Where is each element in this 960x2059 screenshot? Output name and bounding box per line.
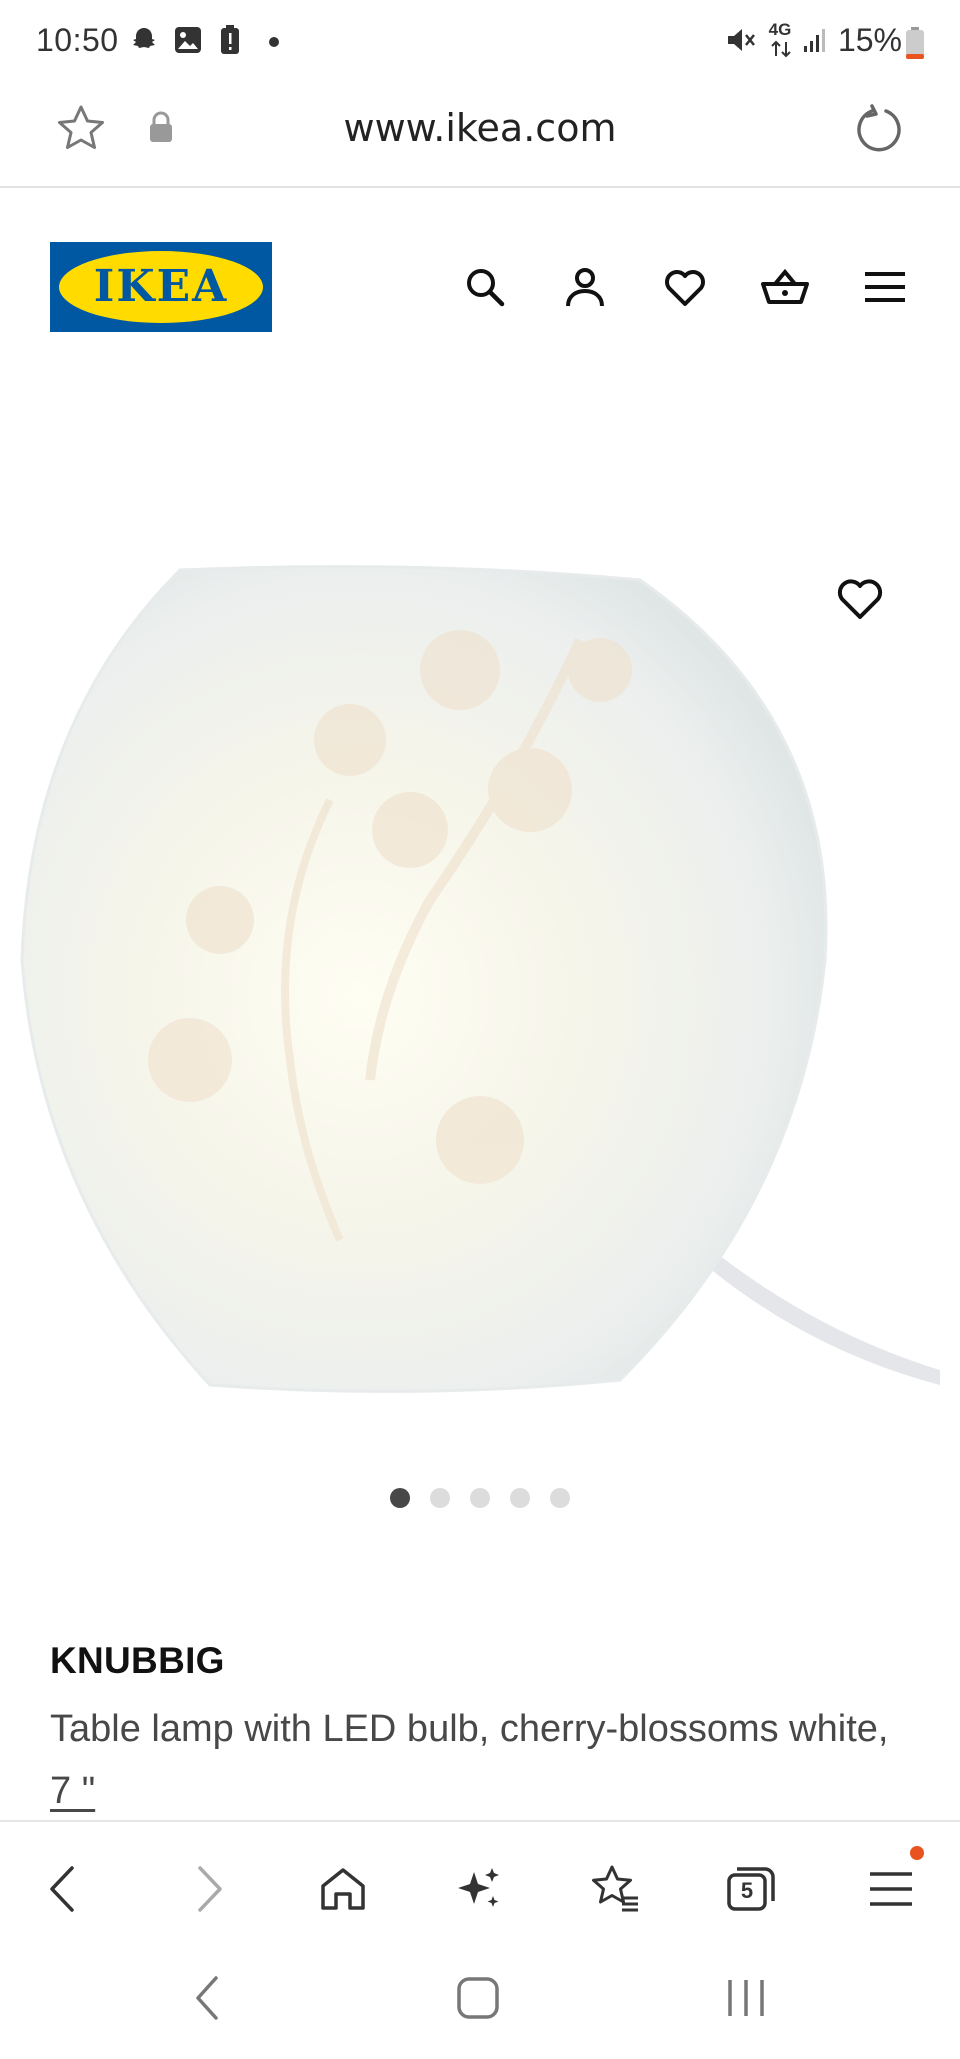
system-recents-icon[interactable] [720, 1972, 772, 2024]
search-icon[interactable] [460, 262, 510, 312]
dot-icon [269, 37, 279, 47]
back-icon[interactable] [38, 1862, 92, 1916]
tab-count: 5 [740, 1878, 754, 1903]
forward-icon[interactable] [180, 1862, 234, 1916]
reload-icon[interactable] [852, 102, 906, 156]
url-address[interactable]: www.ikea.com [0, 106, 960, 150]
basket-icon[interactable] [760, 262, 810, 312]
carousel-dot-3[interactable] [470, 1488, 490, 1508]
network-label: 4G [768, 20, 792, 39]
system-back-icon[interactable] [184, 1972, 236, 2024]
battery-alert-icon [221, 25, 239, 54]
ikea-logo[interactable]: IKEA [50, 242, 272, 332]
product-image[interactable] [0, 540, 960, 1420]
home-icon[interactable] [316, 1862, 370, 1916]
carousel-dot-4[interactable] [510, 1488, 530, 1508]
product-description: Table lamp with LED bulb, cherry-blossom… [50, 1698, 910, 1822]
status-time: 10:50 [36, 22, 119, 58]
product-name: KNUBBIG [50, 1640, 225, 1681]
add-to-favourites-button[interactable] [832, 570, 888, 626]
snapchat-icon [133, 28, 155, 48]
system-home-icon[interactable] [452, 1972, 504, 2024]
status-bar: 10:50 4G 15% [0, 0, 960, 80]
ikea-logo-text: IKEA [93, 261, 229, 312]
bookmarks-icon[interactable] [588, 1862, 642, 1916]
signal-icon [804, 29, 825, 52]
menu-icon[interactable] [864, 1862, 918, 1916]
gallery-icon [175, 27, 201, 53]
system-navigation-bar [0, 1942, 960, 2059]
account-icon[interactable] [560, 262, 610, 312]
notification-dot-icon [910, 1846, 924, 1860]
product-size-link[interactable]: 7 " [50, 1770, 95, 1812]
data-arrows-icon [771, 40, 791, 58]
favourites-icon[interactable] [660, 262, 710, 312]
carousel-dot-5[interactable] [550, 1488, 570, 1508]
browser-bottom-toolbar: 5 [0, 1820, 960, 1944]
carousel-dot-2[interactable] [430, 1488, 450, 1508]
mute-icon [728, 29, 755, 51]
product-description-text: Table lamp with LED bulb, cherry-blossom… [50, 1708, 889, 1750]
hamburger-menu-icon[interactable] [860, 262, 910, 312]
lamp-image [20, 565, 940, 1393]
battery-icon [906, 27, 924, 59]
sparkle-icon[interactable] [452, 1862, 506, 1916]
carousel-dot-1[interactable] [390, 1488, 410, 1508]
browser-url-bar: www.ikea.com [0, 90, 960, 188]
battery-percentage: 15% [837, 22, 902, 58]
